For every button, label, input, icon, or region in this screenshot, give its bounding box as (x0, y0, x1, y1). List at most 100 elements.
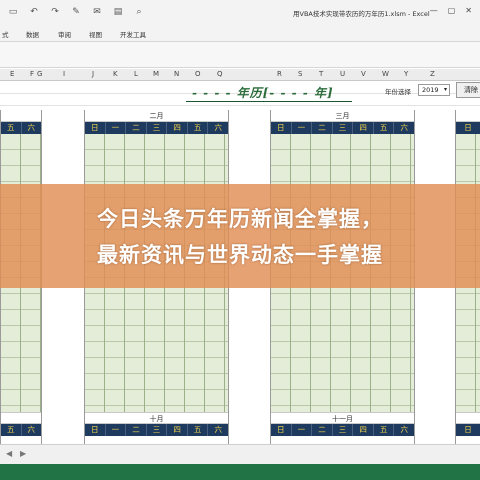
column-header[interactable]: R (277, 70, 282, 78)
column-header[interactable]: J (92, 70, 94, 78)
weekday-header-row: 日 (456, 122, 480, 134)
column-header-row: E F G I J K L M N O Q R S T U V W Y Z (0, 69, 480, 81)
weekday-label: 五 (374, 122, 395, 134)
weekday-label: 五 (374, 424, 395, 436)
weekday-label: 六 (214, 425, 223, 434)
quick-access-toolbar: ▭ ↶ ↷ ✎ ✉ ▤ ⌕ (6, 6, 146, 18)
weekday-label: 一 (292, 424, 313, 436)
month-title-nov: 十一月 (271, 412, 414, 424)
tab-formulas[interactable]: 式 (2, 29, 9, 39)
maximize-button[interactable]: ▢ (448, 6, 456, 15)
title-bar: ▭ ↶ ↷ ✎ ✉ ▤ ⌕ 用VBA技术实现带农历的万年历1.xlsm - Ex… (0, 0, 480, 24)
column-header[interactable]: N (174, 70, 179, 78)
excel-window: ▭ ↶ ↷ ✎ ✉ ▤ ⌕ 用VBA技术实现带农历的万年历1.xlsm - Ex… (0, 0, 480, 480)
weekday-header-row: 日 一 二 三 四 五 六 (271, 424, 414, 436)
close-button[interactable]: ✕ (465, 6, 472, 15)
weekday-label: 六 (27, 123, 36, 132)
year-select-label: 年份选择 (385, 88, 411, 96)
clear-button[interactable]: 清除 (456, 82, 480, 98)
column-header[interactable]: Y (404, 70, 408, 78)
ribbon-tabs: 式 数据 审阅 视图 开发工具 (0, 24, 480, 42)
column-header[interactable]: S (298, 70, 302, 78)
weekday-label: 日 (464, 123, 472, 132)
weekday-label: 二 (312, 122, 333, 134)
column-header[interactable]: O (195, 70, 201, 78)
tab-data[interactable]: 数据 (26, 29, 39, 39)
weekday-label: 六 (27, 425, 36, 434)
weekday-label: 三 (147, 424, 168, 436)
weekday-label: 六 (400, 123, 409, 132)
chevron-right-icon[interactable]: ▶ (20, 449, 26, 458)
minimize-button[interactable]: — (430, 6, 438, 15)
weekday-label: 日 (271, 122, 292, 134)
weekday-label: 六 (400, 425, 409, 434)
column-header[interactable]: E (10, 70, 14, 78)
month-title (1, 110, 41, 122)
weekday-label: 五 (1, 424, 22, 436)
print-preview-icon[interactable]: ⌕ (132, 6, 146, 18)
weekday-label: 四 (167, 424, 188, 436)
column-header[interactable]: T (319, 70, 323, 78)
chevron-down-icon: ▾ (443, 86, 447, 93)
weekday-label: 日 (271, 424, 292, 436)
email-icon[interactable]: ✉ (90, 6, 104, 18)
column-header[interactable]: Q (217, 70, 223, 78)
calendar-heading: - - - - 年历[- - - - 年] (192, 86, 334, 100)
month-title-oct: 十月 (85, 412, 228, 424)
headline-line-1: 今日头条万年历新闻全掌握， (97, 207, 383, 231)
column-header[interactable]: U (340, 70, 345, 78)
column-header[interactable]: G (37, 70, 42, 78)
weekday-label: 五 (188, 122, 209, 134)
format-painter-icon[interactable]: ✎ (69, 6, 83, 18)
row-gridline (0, 105, 480, 106)
weekday-label: 三 (333, 424, 354, 436)
sheet-tab-bar: ◀ ▶ (0, 444, 480, 464)
column-header[interactable]: V (361, 70, 366, 78)
weekday-label: 四 (167, 122, 188, 134)
weekday-label: 四 (353, 122, 374, 134)
headline-line-2: 最新资讯与世界动态一手掌握 (97, 243, 383, 267)
column-header[interactable]: F (30, 70, 34, 78)
headline-banner: 今日头条万年历新闻全掌握， 最新资讯与世界动态一手掌握 (0, 184, 480, 288)
column-header[interactable]: M (153, 70, 159, 78)
save-icon[interactable]: ▭ (6, 6, 20, 18)
column-header[interactable]: W (382, 70, 389, 78)
window-controls: — ▢ ✕ (430, 6, 472, 15)
heading-underline (186, 101, 352, 102)
column-header[interactable]: K (113, 70, 118, 78)
weekday-label: 二 (312, 424, 333, 436)
weekday-header-row: 日 (456, 424, 480, 436)
weekday-label: 五 (1, 122, 22, 134)
weekday-label: 日 (85, 424, 106, 436)
tab-view[interactable]: 视图 (89, 29, 102, 39)
weekday-label: 一 (106, 424, 127, 436)
weekday-header-row: 五 六 (1, 424, 41, 436)
chevron-left-icon[interactable]: ◀ (6, 449, 12, 458)
column-header[interactable]: I (63, 70, 65, 78)
month-title-mar: 三月 (271, 110, 414, 122)
month-title (1, 412, 41, 424)
column-header[interactable]: Z (430, 70, 435, 78)
document-icon[interactable]: ▤ (111, 6, 125, 18)
month-title (456, 110, 480, 122)
tab-review[interactable]: 审阅 (58, 29, 71, 39)
weekday-label: 一 (292, 122, 313, 134)
weekday-label: 四 (353, 424, 374, 436)
weekday-label: 三 (333, 122, 354, 134)
month-title-feb: 二月 (85, 110, 228, 122)
weekday-label: 二 (126, 424, 147, 436)
weekday-label: 六 (214, 123, 223, 132)
undo-icon[interactable]: ↶ (27, 6, 41, 18)
month-title (456, 412, 480, 424)
year-select-dropdown[interactable]: 2019 ▾ (418, 84, 450, 96)
status-bar (0, 464, 480, 480)
weekday-label: 日 (85, 122, 106, 134)
weekday-header-row: 日 一 二 三 四 五 六 (271, 122, 414, 134)
weekday-header-row: 五 六 (1, 122, 41, 134)
weekday-label: 日 (464, 425, 472, 434)
column-header[interactable]: L (134, 70, 138, 78)
weekday-label: 一 (106, 122, 127, 134)
year-select-value: 2019 (422, 86, 439, 94)
redo-icon[interactable]: ↷ (48, 6, 62, 18)
tab-developer[interactable]: 开发工具 (120, 29, 146, 39)
